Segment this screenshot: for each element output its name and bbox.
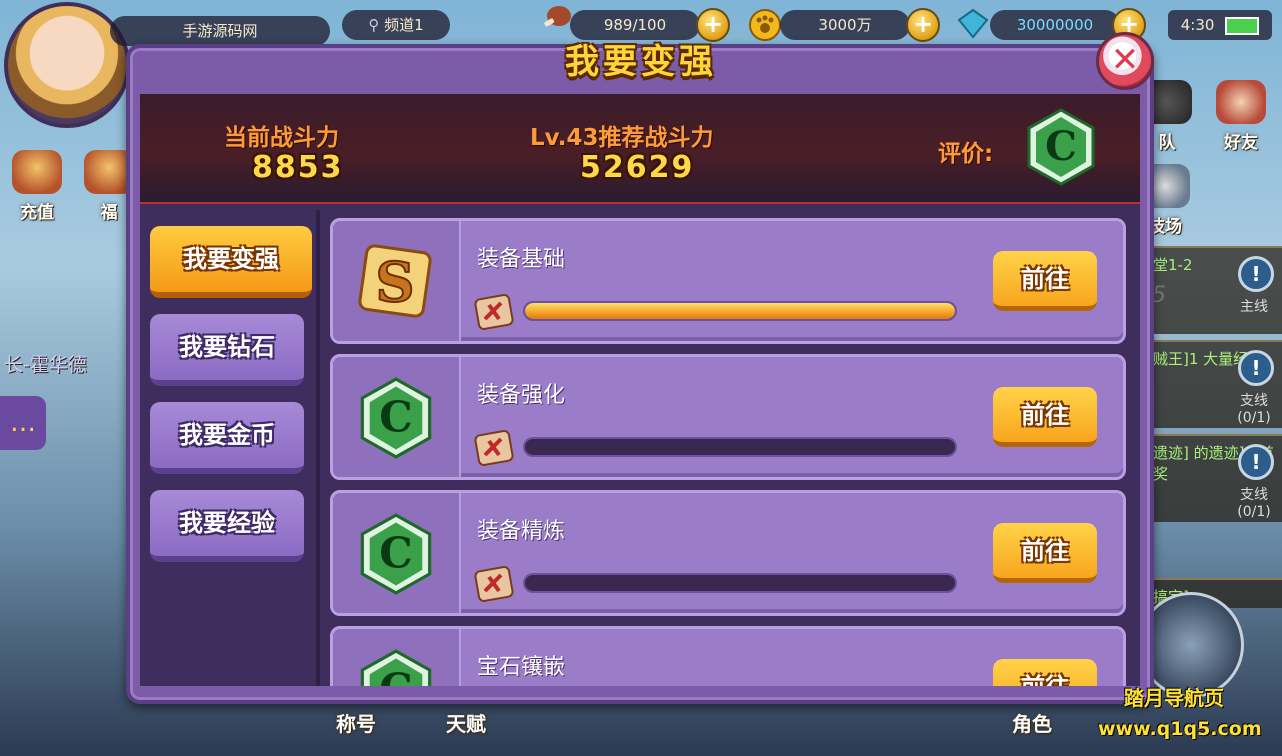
tab-divider: [316, 210, 320, 686]
battle-scroll-icon: [474, 430, 514, 466]
battery-icon: [1225, 16, 1260, 35]
go-button[interactable]: 前往: [993, 659, 1097, 686]
team-label: 队: [1158, 133, 1176, 153]
chat-bubble-icon[interactable]: …: [0, 396, 46, 450]
clock-time: 4:30: [1180, 16, 1215, 34]
gold-value: 3000万: [818, 16, 872, 34]
battle-scroll-icon: [474, 294, 514, 330]
channel-label: 频道1: [384, 16, 424, 34]
list-item: C 宝石镶嵌 前往: [330, 626, 1126, 686]
recharge-label: 充值: [20, 203, 54, 223]
go-button[interactable]: 前往: [993, 387, 1097, 447]
talent-nav-button[interactable]: 天赋: [446, 708, 486, 737]
list-item: S 装备基础 前往: [330, 218, 1126, 344]
tab-get-gold[interactable]: 我要金币: [150, 402, 304, 474]
recharge-button[interactable]: 充值: [2, 150, 72, 223]
grade-c-badge-icon: C: [360, 649, 432, 686]
quest-tag: 支线 (0/1): [1230, 484, 1278, 520]
title-nav-button[interactable]: 称号: [336, 708, 376, 737]
row-title: 装备强化: [477, 383, 566, 408]
progress-bar: [523, 301, 957, 321]
recommended-power-value: 52629: [580, 150, 695, 185]
friends-label: 好友: [1224, 133, 1258, 153]
stamina-value: 989/100: [603, 16, 667, 34]
welfare-label: 福: [100, 203, 118, 223]
gift-icon: [12, 150, 62, 194]
row-icon-cell: S: [333, 221, 461, 341]
battle-scroll-icon: [474, 566, 514, 602]
grade-s-badge-icon: S: [358, 244, 432, 318]
tab-get-experience[interactable]: 我要经验: [150, 490, 304, 562]
dialog-content: 我要变强 我要钻石 我要金币 我要经验 S 装备基础 前往 C 装备强化 前往 …: [140, 204, 1140, 686]
close-icon[interactable]: ✕: [1096, 32, 1154, 90]
rating-label: 评价:: [938, 141, 994, 167]
quest-card-side-2[interactable]: 的遗迹] 的遗迹]1 首饰奖 ! 支线 (0/1): [1132, 434, 1282, 522]
row-grade-letter: S: [376, 250, 415, 314]
grade-c-badge-icon: C: [1027, 108, 1095, 186]
power-stats-banner: 当前战斗力 8853 Lv.43推荐战斗力 52629 评价: C: [140, 94, 1140, 204]
map-pin-icon: ⚲: [368, 16, 385, 34]
quest-tag-label: 支线: [1240, 393, 1268, 409]
quest-tag: 支线 (0/1): [1230, 390, 1278, 426]
character-nav-button[interactable]: 角色: [1012, 708, 1052, 737]
row-icon-cell: C: [333, 493, 461, 613]
recommended-power-label: Lv.43推荐战斗力: [530, 125, 714, 151]
dialog-title: 我要变强: [565, 42, 717, 82]
grade-letter: C: [1045, 123, 1077, 170]
quest-card-side-1[interactable]: 海贼王]1 大量经验 ! 支线 (0/1): [1132, 340, 1282, 428]
row-grade-letter: C: [379, 529, 412, 578]
row-title: 宝石镶嵌: [477, 655, 566, 680]
watermark-title: 踏月导航页: [1124, 686, 1224, 710]
watermark-url: www.q1q5.com: [1098, 718, 1262, 740]
character-nav-label: 角色: [1012, 712, 1052, 736]
talent-nav-label: 天赋: [446, 712, 486, 736]
exclamation-icon: !: [1238, 444, 1274, 480]
progress-bar: [523, 573, 957, 593]
progress-bar: [523, 437, 957, 457]
quest-card-main[interactable]: 教堂1-2 15 ! 主线: [1132, 246, 1282, 334]
left-character-name: 长-霍华德: [4, 354, 87, 376]
row-grade-letter: C: [379, 665, 412, 686]
row-icon-cell: C: [333, 629, 461, 686]
exclamation-icon: !: [1238, 350, 1274, 386]
current-power-value: 8853: [252, 150, 344, 185]
quest-tag-label: 支线: [1240, 487, 1268, 503]
friends-icon: [1216, 80, 1266, 124]
meat-icon: [544, 6, 571, 27]
list-item: C 装备精炼 前往: [330, 490, 1126, 616]
tab-get-diamonds[interactable]: 我要钻石: [150, 314, 304, 386]
quest-count: (0/1): [1237, 410, 1271, 426]
friends-button[interactable]: 好友: [1206, 80, 1276, 153]
progress-bar-fill: [525, 303, 955, 319]
go-button[interactable]: 前往: [993, 251, 1097, 311]
quest-tag: 主线: [1240, 299, 1268, 315]
grade-c-badge-icon: C: [360, 377, 432, 459]
tab-become-stronger[interactable]: 我要变强: [150, 226, 312, 298]
list-item: C 装备强化 前往: [330, 354, 1126, 480]
go-button[interactable]: 前往: [993, 523, 1097, 583]
current-power-label: 当前战斗力: [224, 125, 339, 151]
exclamation-icon: !: [1238, 256, 1274, 292]
row-title: 装备基础: [477, 247, 566, 272]
row-icon-cell: C: [333, 357, 461, 477]
row-title: 装备精炼: [477, 519, 566, 544]
grade-c-badge-icon: C: [360, 513, 432, 595]
diamond-value: 30000000: [1016, 16, 1094, 34]
quest-count: (0/1): [1237, 504, 1271, 520]
row-grade-letter: C: [379, 393, 412, 442]
title-nav-label: 称号: [336, 712, 376, 736]
